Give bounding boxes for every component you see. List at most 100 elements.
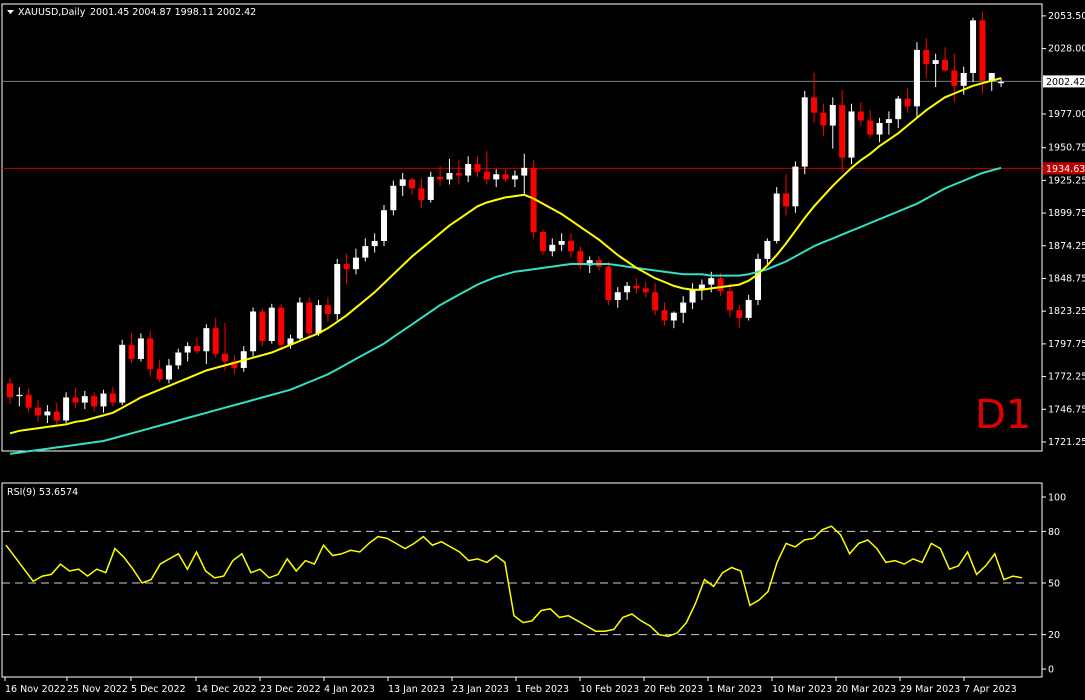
candle-body [427,176,434,200]
candle [913,42,920,117]
candle-body [811,97,818,113]
candle-body [109,393,116,403]
rsi-tick-label: 20 [1048,630,1060,641]
candle-body [409,179,416,189]
date-label: 20 Mar 2023 [836,684,896,695]
candle-body [951,70,958,86]
price-tick-label: 1772.25 [1048,372,1085,383]
date-label: 4 Jan 2023 [324,684,375,695]
candle-body [91,396,98,407]
date-label: 7 Apr 2023 [964,684,1017,695]
resistance-price-label: 1934.63 [1046,164,1085,175]
price-tick-label: 2053.50 [1048,11,1085,22]
trading-chart[interactable]: 2053.50 2028.00 1977.00 1950.75 1925.25 1899.… [0,0,1085,700]
price-panel[interactable] [1,3,1043,452]
date-label: 5 Dec 2022 [131,684,186,695]
candle-body [72,397,79,403]
candle-body [755,258,761,300]
candle-body [642,288,649,293]
candle-body [942,60,948,71]
candle-body [568,240,574,252]
candle-body [689,289,696,303]
candle-body [156,369,163,380]
candle-body [483,171,490,180]
price-tick-label: 1950.75 [1048,143,1085,154]
candle-body [979,20,986,81]
candle-body [184,346,191,353]
date-label: 29 Mar 2023 [900,684,960,695]
candle-body [194,346,200,352]
candle-body [306,302,313,334]
candle-body [250,311,257,352]
candle [970,17,977,82]
candle-body [680,302,687,313]
candle-body [502,174,509,180]
date-axis: 16 Nov 2022 25 Nov 2022 5 Dec 2022 14 Dec 2… [4,677,1017,695]
candle-body [932,60,939,64]
candle-body [913,49,920,107]
candle-body [324,305,331,315]
date-label: 25 Nov 2022 [67,684,128,695]
candle-body [44,411,51,416]
candle-body [783,193,790,207]
candle-body [605,266,612,300]
rsi-tick-label: 100 [1048,493,1066,504]
date-label: 23 Jan 2023 [452,684,509,695]
candle-body [839,105,846,158]
candle-body [446,172,453,180]
price-tick-label: 1823.25 [1048,306,1085,317]
candle-body [175,352,182,366]
candle-body [100,393,107,407]
candle-body [399,179,406,186]
candle-body [885,119,892,123]
candle-body [998,81,1005,84]
date-label: 23 Dec 2022 [260,684,321,695]
candle-body [614,292,621,300]
candle-body [222,353,229,362]
candle-body [259,311,266,341]
candle-body [717,278,724,291]
candle-body [465,164,472,176]
candle [334,258,341,321]
candle-body [343,264,350,270]
candle-body [521,167,528,176]
symbol-dropdown-label[interactable]: XAUUSD,Daily [18,7,86,18]
candle [390,180,397,216]
date-label: 16 Nov 2022 [5,684,66,695]
candle-body [7,383,13,398]
date-label: 14 Dec 2022 [196,684,257,695]
candle-body [381,210,387,241]
candle-body [147,338,154,370]
candle-body [904,98,911,107]
candle-body [511,175,518,180]
candle-body [268,307,275,341]
candle-body [829,105,836,126]
date-label: 1 Feb 2023 [516,684,569,695]
date-label: 10 Mar 2023 [772,684,832,695]
candle-body [848,111,855,158]
candle [278,303,285,350]
candle-body [137,338,144,359]
candle-body [296,302,303,339]
candle [119,339,126,406]
symbol-header[interactable]: XAUUSD,Daily 2001.45 2004.87 1998.11 200… [7,7,256,18]
candle-body [119,344,126,403]
candle [801,90,808,175]
candle-body [624,285,631,293]
candle [539,229,546,256]
rsi-label: RSI(9) 53.6574 [7,487,78,498]
candle-body [352,257,359,270]
rsi-panel[interactable] [1,482,1043,678]
candle [306,297,313,339]
candle [381,205,387,247]
price-tick-label: 2028.00 [1048,44,1085,55]
candle-body [895,98,902,120]
timeframe-label: D1 [975,392,1031,438]
candle-body [371,240,378,247]
candle-body [726,290,733,311]
candle-body [493,174,500,180]
candle-body [820,112,827,126]
candle-body [876,122,883,135]
candle-body [165,365,172,380]
candle-body [764,240,771,259]
